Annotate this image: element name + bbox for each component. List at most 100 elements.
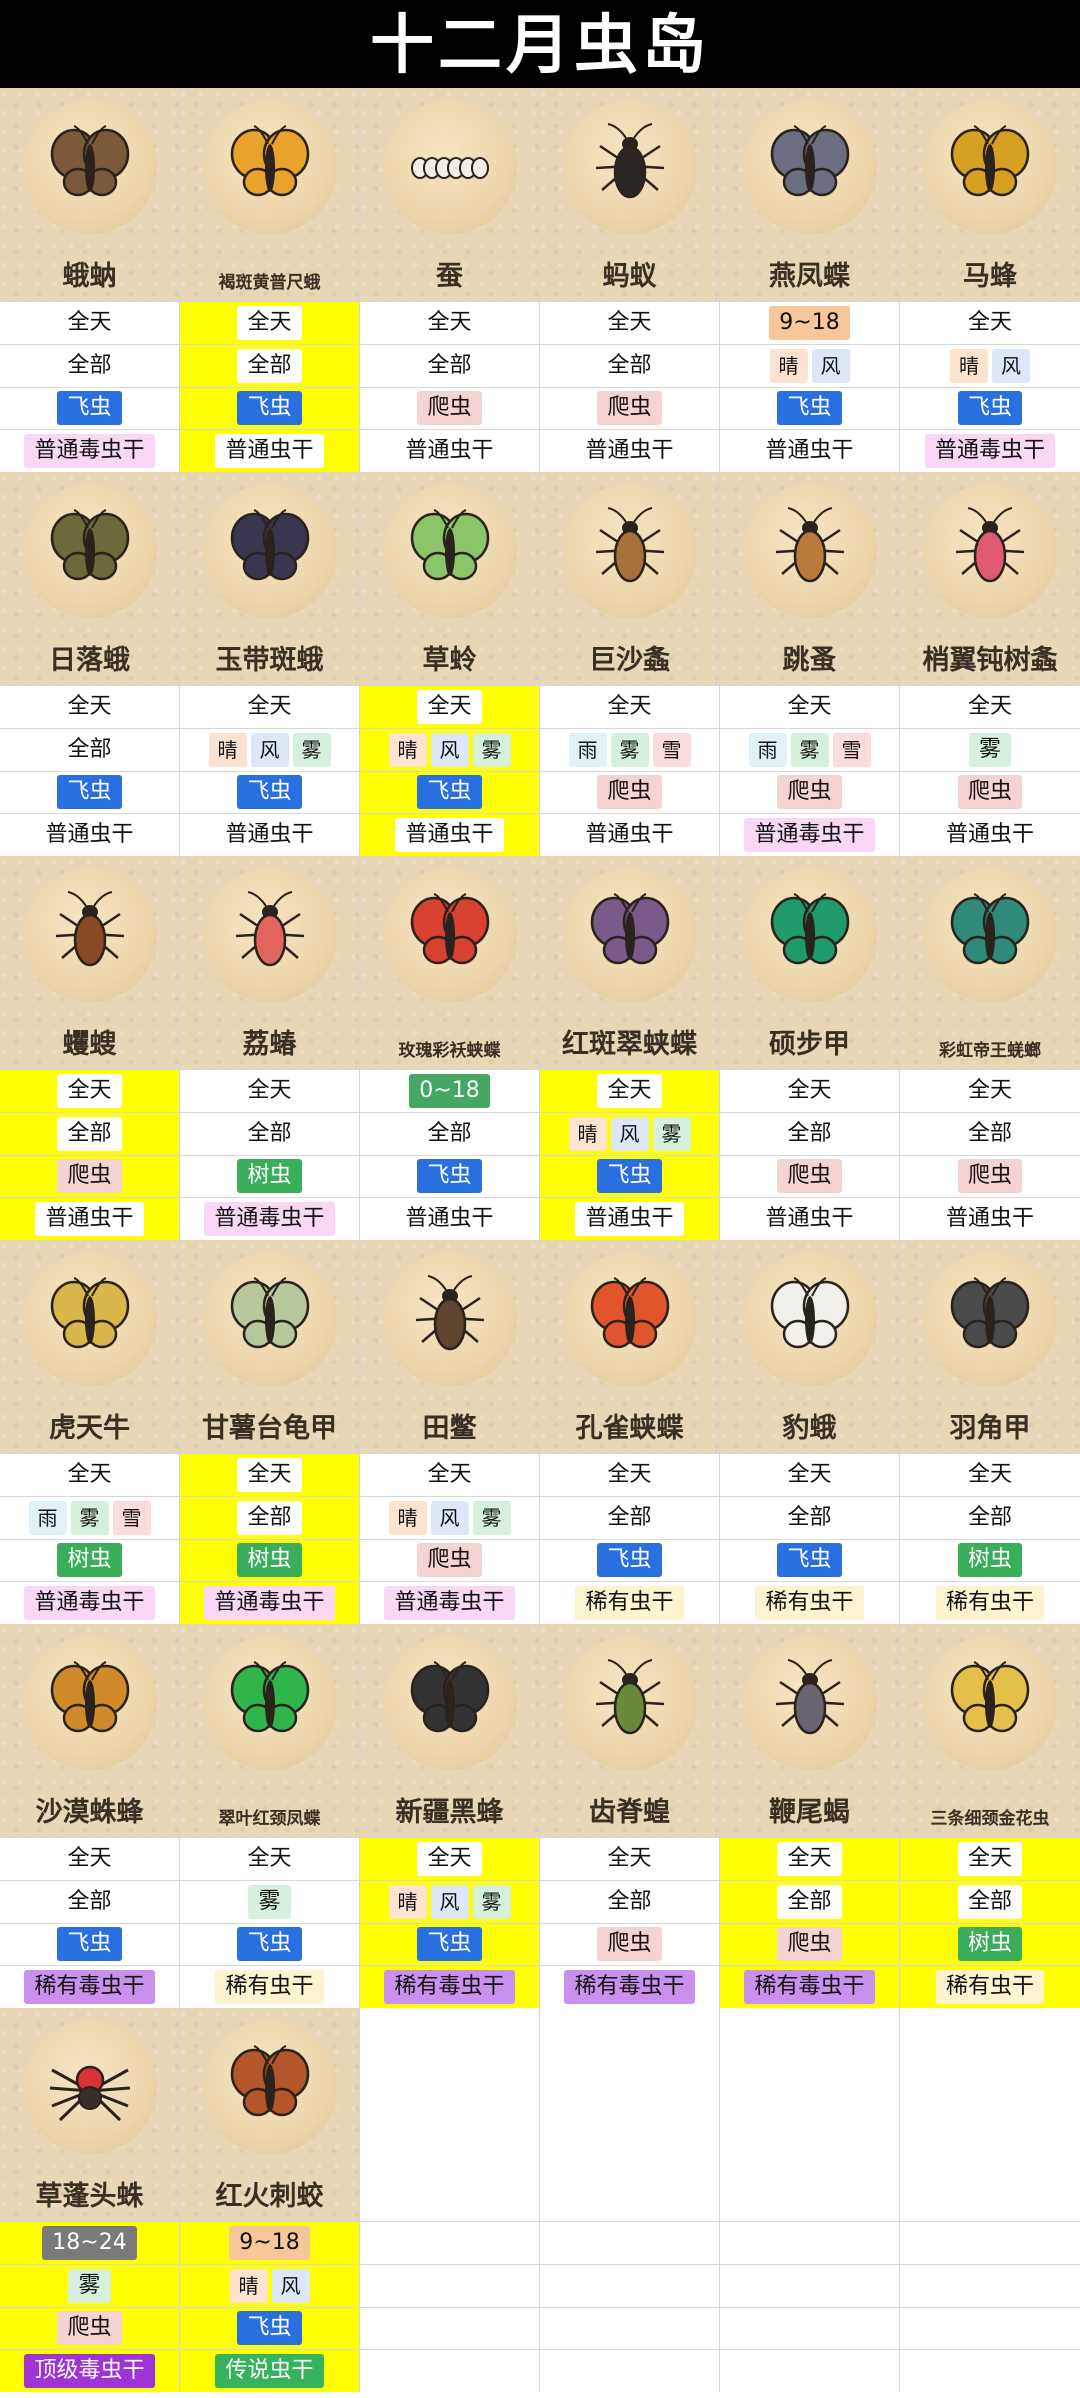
type-row: 飞虫 — [0, 1922, 179, 1966]
bug-card[interactable]: 彩虹帝王蜣螂 全天 全部 爬虫 普通虫干 — [900, 856, 1080, 1240]
time-badge: 全天 — [57, 305, 122, 340]
bug-card[interactable]: 跳蚤 全天雨雾雪爬虫 普通毒虫干 — [720, 472, 900, 856]
type-row: 爬虫 — [900, 1154, 1080, 1198]
bug-card[interactable]: 日落蛾 全天 全部 飞虫 普通虫干 — [0, 472, 180, 856]
bug-name: 马蜂 — [963, 261, 1017, 292]
bug-name: 玫瑰彩袄蛱蝶 — [398, 1041, 501, 1061]
bug-card[interactable]: 新疆黑蜂 全天晴风雾飞虫 稀有毒虫干 — [360, 1624, 540, 2008]
feather-horned-beetle-icon — [935, 1263, 1045, 1373]
bug-card[interactable]: 翠叶红颈凤蝶 全天雾飞虫 稀有虫干 — [180, 1624, 360, 2008]
bug-card[interactable]: 蠼螋 全天 全部 爬虫 普通虫干 — [0, 856, 180, 1240]
weather-badge: 全部 — [957, 1116, 1022, 1151]
bug-card[interactable]: 虎天牛 全天雨雾雪树虫 普通毒虫干 — [0, 1240, 180, 1624]
bug-name: 豹蛾 — [782, 1413, 837, 1444]
bug-card[interactable]: 鞭尾蝎 全天 全部 爬虫 稀有毒虫干 — [720, 1624, 900, 2008]
type-row: 爬虫 — [720, 770, 899, 814]
time-row: 全天 — [180, 685, 359, 728]
time-row: 全天 — [720, 685, 899, 728]
bug-card[interactable]: 褐斑黄普尺蛾 全天 全部 飞虫 普通虫干 — [180, 88, 360, 472]
weather-badge: 雾 — [472, 1884, 511, 1919]
time-row: 全天 — [360, 1837, 539, 1880]
time-badge: 全天 — [597, 1073, 662, 1108]
time-row: 全天 — [540, 685, 719, 728]
weather-badge: 全部 — [57, 732, 122, 767]
bug-card[interactable]: 蛾蚋 全天 全部 飞虫 普通毒虫干 — [0, 88, 180, 472]
dung-beetle-icon — [935, 879, 1045, 989]
bug-card[interactable]: 玫瑰彩袄蛱蝶 0~18 全部 飞虫 普通虫干 — [360, 856, 540, 1240]
bug-card[interactable]: 孔雀蛱蝶 全天 全部 飞虫 稀有虫干 — [540, 1240, 720, 1624]
time-row: 全天 — [900, 1069, 1080, 1112]
bug-image: 燕凤蝶 — [720, 88, 899, 301]
reward-badge: 稀有毒虫干 — [384, 1970, 515, 2005]
bug-card[interactable]: 齿脊蝗 全天 全部 爬虫 稀有毒虫干 — [540, 1624, 720, 2008]
bug-card[interactable]: 豹蛾 全天 全部 飞虫 稀有虫干 — [720, 1240, 900, 1624]
weather-row: 晴风 — [900, 343, 1080, 387]
bug-card[interactable]: 红火刺蛟 9~18 晴风飞虫 传说虫干 — [180, 2008, 360, 2392]
weather-badge: 雾 — [70, 1500, 109, 1535]
type-row: 飞虫 — [720, 386, 899, 430]
bug-card[interactable]: 三条细颈金花虫 全天 全部 树虫 稀有虫干 — [900, 1624, 1080, 2008]
bug-card[interactable]: 蚕全天 全部 爬虫 普通虫干 — [360, 88, 540, 472]
bug-card[interactable]: 巨沙螽 全天雨雾雪爬虫 普通虫干 — [540, 472, 720, 856]
silkworm-icon — [395, 111, 505, 221]
reward-badge: 普通毒虫干 — [384, 1586, 515, 1621]
reward-row: 普通毒虫干 — [360, 1581, 539, 1624]
bug-card[interactable]: 荔蝽 全天 全部 树虫 普通毒虫干 — [180, 856, 360, 1240]
reward-badge: 普通虫干 — [215, 818, 324, 853]
page-title: 十二月虫岛 — [0, 0, 1080, 88]
reward-badge: 稀有毒虫干 — [744, 1970, 875, 2005]
bug-card[interactable]: 玉带斑蛾 全天晴风雾飞虫 普通虫干 — [180, 472, 360, 856]
bug-name: 沙漠蛛蜂 — [35, 1797, 144, 1828]
bug-type-badge: 飞虫 — [57, 1927, 122, 1962]
time-row: 全天 — [360, 1453, 539, 1496]
bug-image: 红火刺蛟 — [180, 2008, 359, 2221]
time-badge: 全天 — [417, 305, 482, 340]
reward-row: 普通毒虫干 — [0, 1581, 179, 1624]
bug-name: 鞭尾蝎 — [769, 1797, 850, 1828]
bug-card[interactable]: 硕步甲 全天 全部 爬虫 普通虫干 — [720, 856, 900, 1240]
bug-card[interactable]: 甘薯台龟甲 全天 全部 树虫 普通毒虫干 — [180, 1240, 360, 1624]
bug-card[interactable]: 红斑翠蛱蝶 全天晴风雾飞虫 普通虫干 — [540, 856, 720, 1240]
type-row: 飞虫 — [180, 770, 359, 814]
time-badge: 全天 — [597, 1841, 662, 1876]
reward-badge: 普通虫干 — [395, 818, 504, 853]
reward-row: 稀有毒虫干 — [720, 1965, 899, 2008]
bug-type-badge: 爬虫 — [957, 775, 1022, 810]
bug-card[interactable]: 草蓬头蛛 18~24 雾爬虫 顶级毒虫干 — [0, 2008, 180, 2392]
weather-badge: 风 — [811, 348, 850, 383]
reward-row: 稀有毒虫干 — [540, 1965, 719, 2008]
reward-badge: 稀有虫干 — [935, 1586, 1044, 1621]
bug-image: 甘薯台龟甲 — [180, 1240, 359, 1453]
bug-image: 齿脊蝗 — [540, 1624, 719, 1837]
empty-row — [720, 2263, 899, 2307]
bug-card[interactable]: 田鳖 全天晴风雾爬虫 普通毒虫干 — [360, 1240, 540, 1624]
weather-row: 全部 — [0, 343, 179, 387]
time-badge: 全天 — [777, 1073, 842, 1108]
bug-card[interactable]: 沙漠蛛蜂 全天 全部 飞虫 稀有毒虫干 — [0, 1624, 180, 2008]
type-row: 飞虫 — [360, 1154, 539, 1198]
weather-badge: 全部 — [237, 348, 302, 383]
reward-row: 普通虫干 — [0, 813, 179, 856]
bug-image: 新疆黑蜂 — [360, 1624, 539, 1837]
bug-card[interactable]: 马蜂 全天晴风飞虫 普通毒虫干 — [900, 88, 1080, 472]
bug-card[interactable]: 燕凤蝶 9~18 晴风飞虫 普通虫干 — [720, 88, 900, 472]
empty-cell — [360, 2008, 540, 2392]
bug-name: 日落蛾 — [49, 645, 130, 676]
reward-badge: 普通虫干 — [935, 1202, 1044, 1237]
reward-badge: 稀有毒虫干 — [24, 1970, 155, 2005]
reward-row: 稀有虫干 — [900, 1581, 1080, 1624]
weather-badge: 晴 — [229, 2268, 268, 2303]
bug-card[interactable]: 梢翼钝树螽 全天雾爬虫 普通虫干 — [900, 472, 1080, 856]
time-badge: 全天 — [237, 1457, 302, 1492]
bug-card[interactable]: 蚂蚁 全天 全部 爬虫 普通虫干 — [540, 88, 720, 472]
bug-card[interactable]: 草蛉 全天晴风雾飞虫 普通虫干 — [360, 472, 540, 856]
bug-image: 硕步甲 — [720, 856, 899, 1069]
bug-type-badge: 飞虫 — [417, 775, 482, 810]
bug-card[interactable]: 羽角甲 全天 全部 树虫 稀有虫干 — [900, 1240, 1080, 1624]
type-row: 飞虫 — [540, 1154, 719, 1198]
bug-image: 蠼螋 — [0, 856, 179, 1069]
bug-type-badge: 爬虫 — [777, 1159, 842, 1194]
time-row: 全天 — [0, 685, 179, 728]
weather-row: 雾 — [900, 727, 1080, 771]
empty-row — [360, 2221, 539, 2264]
